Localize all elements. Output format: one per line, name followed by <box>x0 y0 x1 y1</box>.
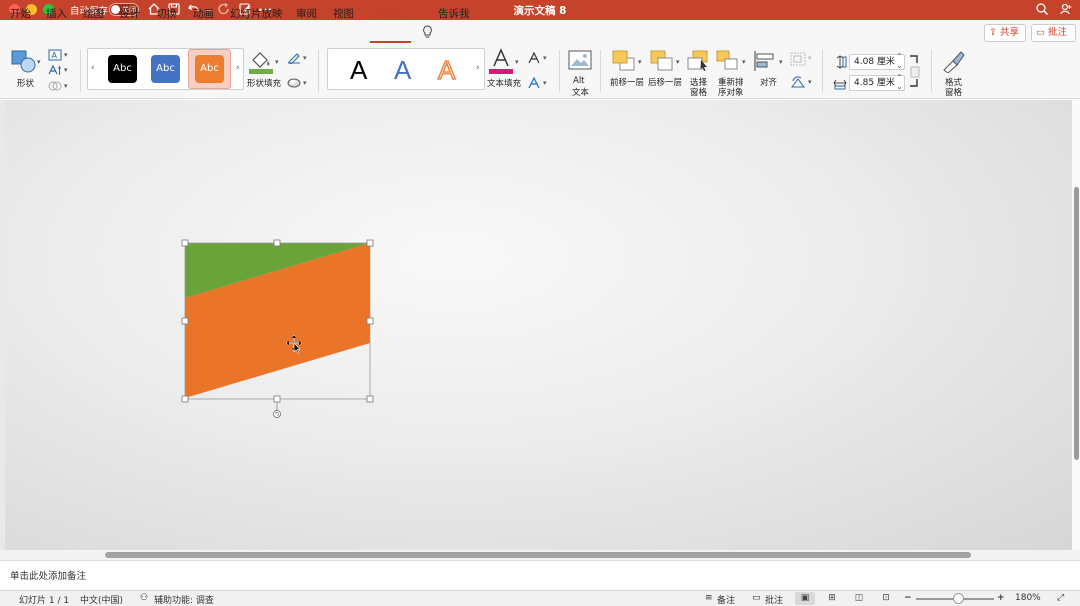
slide-sorter-button[interactable]: ⊞ <box>822 592 842 605</box>
resize-handle-top-right[interactable] <box>366 239 374 247</box>
resize-handle-bottom-left[interactable] <box>181 395 189 403</box>
notes-pane[interactable] <box>0 560 1080 589</box>
resize-handle-top[interactable] <box>273 239 281 247</box>
normal-view-button[interactable]: ▣ <box>795 592 815 605</box>
zoom-percent[interactable]: 180% <box>1015 593 1041 603</box>
resize-handle-bottom-right[interactable] <box>366 395 374 403</box>
language-indicator[interactable]: 中文(中国) <box>80 593 123 606</box>
zoom-out-button[interactable]: − <box>904 593 912 603</box>
zoom-in-button[interactable]: + <box>997 593 1005 603</box>
fit-to-window-icon[interactable]: ⤢ <box>1057 593 1064 603</box>
accessibility-status[interactable]: 辅助功能: 调查 <box>154 593 214 606</box>
comments-icon[interactable]: ▭ <box>752 593 761 603</box>
rotate-handle-icon[interactable] <box>273 410 281 418</box>
slide-counter: 幻灯片 1 / 1 <box>19 596 70 606</box>
resize-handle-bottom[interactable] <box>273 395 281 403</box>
resize-handle-left[interactable] <box>181 317 189 325</box>
horizontal-scroll-thumb[interactable] <box>105 552 971 558</box>
comments-toggle[interactable]: 批注 <box>765 593 783 606</box>
slide-shape-layer <box>181 239 374 418</box>
slideshow-view-button[interactable]: ⊡ <box>876 592 896 605</box>
resize-handle-right[interactable] <box>366 317 374 325</box>
zoom-slider-handle[interactable] <box>952 593 964 604</box>
notes-placeholder[interactable]: 单击此处添加备注 <box>10 568 86 582</box>
reading-view-button[interactable]: ◫ <box>849 592 869 605</box>
notes-toggle[interactable]: 备注 <box>717 593 735 606</box>
accessibility-icon[interactable]: ⚇ <box>140 593 148 603</box>
notes-icon[interactable]: ≡ <box>705 593 713 603</box>
vertical-scroll-thumb[interactable] <box>1074 187 1079 460</box>
resize-handle-top-left[interactable] <box>181 239 189 247</box>
